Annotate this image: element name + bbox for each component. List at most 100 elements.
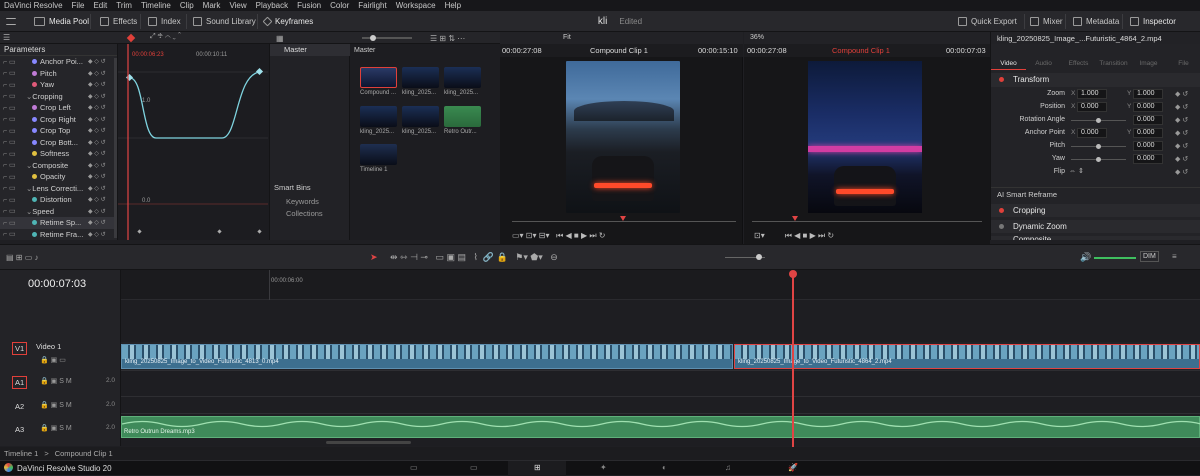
- inspector-x-field[interactable]: 0.000: [1077, 128, 1107, 138]
- menu-item-fairlight[interactable]: Fairlight: [358, 1, 386, 10]
- param-curve-toggle-icon[interactable]: ⌐ ▭: [3, 161, 16, 169]
- index-button[interactable]: Index: [148, 11, 181, 32]
- viewer-zoom-dropdown[interactable]: 36%: [750, 34, 764, 41]
- param-curve-toggle-icon[interactable]: ⌐ ▭: [3, 184, 16, 192]
- track-id[interactable]: A3: [12, 423, 27, 436]
- keyframe-controls[interactable]: ◆ ◇ ↺: [88, 231, 106, 238]
- param-curve-toggle-icon[interactable]: ⌐ ▭: [3, 104, 16, 112]
- timeline-timecode[interactable]: 00:00:07:03: [28, 278, 86, 290]
- param-curve-toggle-icon[interactable]: ⌐ ▭: [3, 150, 16, 158]
- menu-item-workspace[interactable]: Workspace: [396, 1, 436, 10]
- grid-view-icon[interactable]: ▦: [276, 34, 284, 43]
- timeline-ruler[interactable]: 00:00:06:00: [121, 270, 1200, 300]
- keyframe-controls[interactable]: ◆ ◇ ↺: [88, 185, 106, 192]
- inspector-y-field[interactable]: 0.000: [1133, 128, 1163, 138]
- dynamic-zoom-enable-dot[interactable]: [999, 224, 1004, 229]
- menu-item-trim[interactable]: Trim: [116, 1, 132, 10]
- workspace-menu-icon[interactable]: [6, 11, 16, 32]
- keyframe-param-row[interactable]: ⌐ ▭ Retime Fra... ◆ ◇ ↺: [0, 229, 117, 241]
- param-curve-toggle-icon[interactable]: ⌐ ▭: [3, 115, 16, 123]
- media-clip-thumbnail[interactable]: [360, 67, 397, 88]
- source-clip-name[interactable]: Compound Clip 1: [590, 46, 648, 55]
- keyframe-param-row[interactable]: ⌐ ▭ Softness ◆ ◇ ↺: [0, 148, 117, 160]
- thumbnail-size-handle[interactable]: [370, 35, 376, 41]
- keyframe-param-row[interactable]: ⌐ ▭ Yaw ◆ ◇ ↺: [0, 79, 117, 91]
- keyframe-param-row[interactable]: ⌐ ▭ Opacity ◆ ◇ ↺: [0, 171, 117, 183]
- timeline-clip-name[interactable]: Compound Clip 1: [832, 46, 890, 55]
- inspector-value-field[interactable]: 0.000: [1133, 115, 1163, 125]
- audio-track-controls[interactable]: 🔒 ▣ S M: [40, 377, 72, 385]
- edit-tools[interactable]: ⇹ ⇿ ⊣ ⊸ ▭ ▣ ▤ ⌇ 🔗 🔒 ⚑▾ ⬟▾ ⊖: [390, 252, 558, 263]
- inspector-button[interactable]: Inspector: [1130, 11, 1176, 32]
- keyframe-reset-icons[interactable]: ◆ ↺: [1175, 129, 1188, 137]
- inspector-tab-image[interactable]: Image: [1131, 46, 1166, 70]
- sound-library-button[interactable]: Sound Library: [193, 11, 256, 32]
- inspector-y-field[interactable]: 0.000: [1133, 102, 1163, 112]
- inspector-tab-video[interactable]: Video: [991, 46, 1026, 70]
- keyframe-param-row[interactable]: ⌐ ▭ Crop Left ◆ ◇ ↺: [0, 102, 117, 114]
- media-clip-thumbnail[interactable]: [402, 106, 439, 127]
- deliver-page-icon[interactable]: 🚀: [788, 463, 798, 472]
- keyframe-param-row[interactable]: ⌐ ▭ Crop Top ◆ ◇ ↺: [0, 125, 117, 137]
- keyframe-reset-icons[interactable]: ◆ ↺: [1175, 168, 1188, 176]
- source-playhead-icon[interactable]: [620, 216, 626, 221]
- mixer-button[interactable]: Mixer: [1030, 11, 1063, 32]
- keyframe-param-row[interactable]: ⌐ ▭ ⌄ Cropping ◆ ◇ ↺: [0, 91, 117, 103]
- keyframe-controls[interactable]: ◆ ◇ ↺: [88, 196, 106, 203]
- keyframe-controls[interactable]: ◆ ◇ ↺: [88, 58, 106, 65]
- media-clip-thumbnail[interactable]: [444, 106, 481, 127]
- timeline-video-frame[interactable]: [808, 61, 922, 213]
- param-curve-toggle-icon[interactable]: ⌐ ▭: [3, 127, 16, 135]
- playhead-marker-icon[interactable]: [126, 33, 136, 43]
- keyframe-controls[interactable]: ◆ ◇ ↺: [88, 81, 106, 88]
- keyframe-controls[interactable]: ◆ ◇ ↺: [88, 208, 106, 215]
- monitor-volume-slider[interactable]: [1094, 257, 1136, 259]
- audio-meter-icon[interactable]: ≡: [1172, 252, 1177, 261]
- menu-item-color[interactable]: Color: [330, 1, 349, 10]
- keyframe-controls[interactable]: ◆ ◇ ↺: [88, 150, 106, 157]
- timeline-view-options[interactable]: ▤ ⊞ ▭ ♪: [6, 253, 39, 262]
- speaker-icon[interactable]: 🔊: [1080, 252, 1091, 263]
- keyframe-param-row[interactable]: ⌐ ▭ ⌄ Composite ◆ ◇ ↺: [0, 160, 117, 172]
- keyframe-param-row[interactable]: ⌐ ▭ Crop Right ◆ ◇ ↺: [0, 114, 117, 126]
- media-clip-thumbnail[interactable]: [360, 144, 397, 165]
- keyframe-param-row[interactable]: ⌐ ▭ Crop Bott... ◆ ◇ ↺: [0, 137, 117, 149]
- keyframe-controls[interactable]: ◆ ◇ ↺: [88, 139, 106, 146]
- inspector-tab-transition[interactable]: Transition: [1096, 46, 1131, 70]
- source-video-frame[interactable]: [566, 61, 680, 213]
- timeline-playhead[interactable]: [792, 271, 794, 447]
- cut-page-icon[interactable]: ▭: [470, 463, 478, 472]
- selection-tool-icon[interactable]: ➤: [370, 252, 378, 263]
- keyframe-reset-icons[interactable]: ◆ ↺: [1175, 155, 1188, 163]
- fairlight-page-icon[interactable]: ♫: [725, 463, 731, 472]
- retime-speed-curve[interactable]: [118, 44, 270, 240]
- keyframe-reset-icons[interactable]: ◆ ↺: [1175, 103, 1188, 111]
- param-curve-toggle-icon[interactable]: ⌐ ▭: [3, 173, 16, 181]
- source-transport-controls[interactable]: ▭▾ ⊡▾ ⊟▾ ⏮ ◀ ■ ▶ ⏭ ↻: [512, 231, 605, 241]
- keyframes-button[interactable]: Keyframes: [262, 11, 313, 32]
- menu-item-timeline[interactable]: Timeline: [141, 1, 171, 10]
- quick-export-button[interactable]: Quick Export: [958, 11, 1017, 32]
- inspector-x-field[interactable]: 1.000: [1077, 89, 1107, 99]
- keyframe-param-row[interactable]: ⌐ ▭ Retime Sp... ◆ ◇ ↺: [0, 217, 117, 229]
- keyframe-reset-icons[interactable]: ◆ ↺: [1175, 90, 1188, 98]
- keyframe-param-row[interactable]: ⌐ ▭ ⌄ Lens Correcti... ◆ ◇ ↺: [0, 183, 117, 195]
- track-id[interactable]: A1: [12, 376, 28, 389]
- timeline-playhead-handle[interactable]: [789, 270, 797, 278]
- inspector-value-field[interactable]: 0.000: [1133, 141, 1163, 151]
- composite-section-title[interactable]: Composite: [1013, 235, 1051, 240]
- breadcrumb-timeline[interactable]: Timeline 1: [4, 449, 38, 458]
- keyframe-menu-icon[interactable]: ☰: [3, 33, 10, 42]
- list-view-icon[interactable]: ☰ ⊞ ⇅ ⋯: [430, 34, 465, 43]
- source-zoom-dropdown[interactable]: Fit: [563, 34, 571, 41]
- fusion-page-icon[interactable]: ✦: [600, 463, 607, 472]
- menu-item-fusion[interactable]: Fusion: [297, 1, 321, 10]
- inspector-y-field[interactable]: 1.000: [1133, 89, 1163, 99]
- track-id[interactable]: V1: [12, 342, 28, 355]
- param-curve-toggle-icon[interactable]: ⌐ ▭: [3, 81, 16, 89]
- keyframe-param-row[interactable]: ⌐ ▭ Anchor Poi... ◆ ◇ ↺: [0, 56, 117, 68]
- timeline-zoom-handle[interactable]: [756, 254, 762, 260]
- keyframe-param-row[interactable]: ⌐ ▭ Distortion ◆ ◇ ↺: [0, 194, 117, 206]
- color-page-icon[interactable]: ◐: [662, 463, 667, 472]
- keyframe-controls[interactable]: ◆ ◇ ↺: [88, 70, 106, 77]
